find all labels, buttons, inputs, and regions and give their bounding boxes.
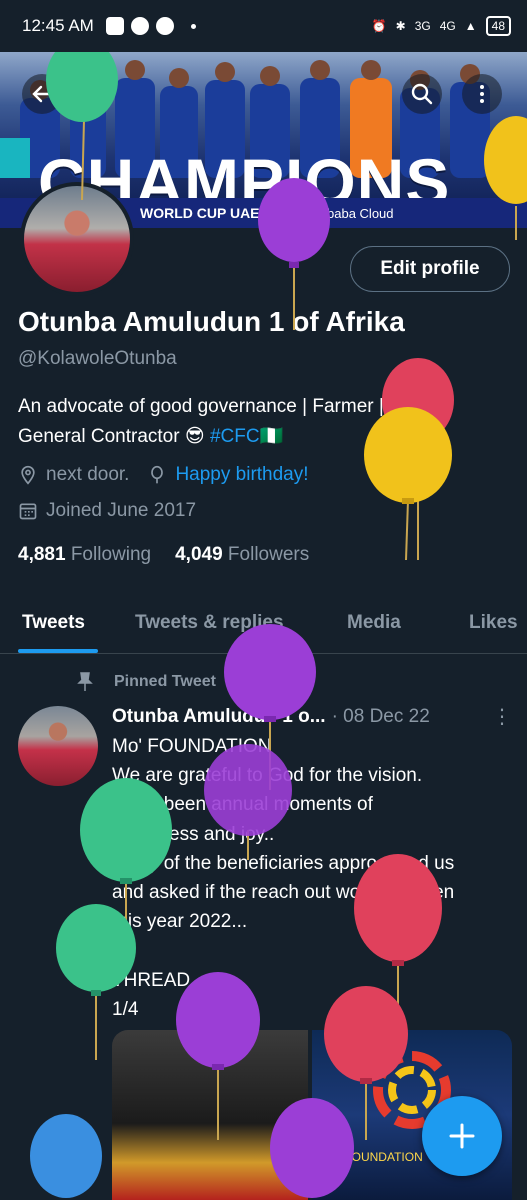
status-bar: 12:45 AM ⏰ ✱ 3G 4G ▲ 48 (0, 0, 527, 52)
banner-strip-text: WORLD CUP UAE 2021 (140, 205, 295, 221)
follow-stats: 4,881 Following 4,049 Followers (18, 544, 309, 566)
tweet-text: Mo' FOUNDATION We are grateful to God fo… (112, 736, 455, 1020)
birthday-link[interactable]: Happy birthday! (175, 464, 308, 486)
back-button[interactable] (22, 74, 62, 114)
bio-hashtag[interactable]: #CFC (210, 426, 260, 447)
network-3g-label: 3G (414, 19, 431, 33)
profile-tabs: Tweets Tweets & replies Media Likes (0, 596, 527, 654)
bio-line-2: General Contractor 😎 #CFC🇳🇬 (18, 422, 508, 452)
user-handle: @KolawoleOtunba (18, 348, 177, 369)
coin-icon (155, 17, 174, 35)
check-icon (130, 17, 149, 35)
media-caption: Mo' FOUNDATION (322, 1150, 423, 1164)
system-icons: ⏰ ✱ 3G 4G ▲ 48 (372, 16, 511, 36)
tweet-header: Otunba Amuludun 1 o... · 08 Dec 22 ⋮ (112, 704, 512, 729)
tab-likes[interactable]: Likes (469, 612, 518, 634)
youtube-icon (105, 17, 124, 35)
tab-tweets-replies[interactable]: Tweets & replies (135, 612, 284, 634)
profile-meta-row: next door. Happy birthday! (18, 464, 309, 486)
bio-flag: 🇳🇬 (259, 426, 284, 447)
pinned-label: Pinned Tweet (76, 672, 216, 692)
more-vertical-icon (480, 85, 484, 103)
tweet-media-1[interactable] (112, 1030, 308, 1200)
followers-count: 4,049 (175, 544, 223, 565)
joined-text: Joined June 2017 (46, 500, 197, 521)
tweet-author[interactable]: Otunba Amuludun 1 o... (112, 706, 326, 728)
followers-label: Followers (227, 544, 310, 565)
arrow-left-icon (32, 85, 52, 103)
tab-tweets[interactable]: Tweets (22, 612, 85, 634)
signal-icon: ▲ (464, 19, 477, 33)
banner-sponsor: Alibaba Cloud (312, 205, 394, 221)
bluetooth-icon: ✱ (395, 19, 406, 33)
alarm-icon: ⏰ (371, 19, 387, 33)
following-link[interactable]: 4,881 Following (18, 544, 151, 566)
balloon-red-1 (382, 358, 454, 560)
search-button[interactable] (402, 74, 442, 114)
edit-profile-button[interactable]: Edit profile (350, 246, 510, 292)
following-count: 4,881 (18, 544, 66, 565)
balloon-icon (151, 465, 164, 484)
profile-bio: An advocate of good governance | Farmer … (18, 392, 508, 452)
notification-icons (105, 17, 196, 35)
network-4g-label: 4G (439, 19, 456, 33)
joined-row: Joined June 2017 (18, 500, 196, 522)
battery-level: 48 (485, 16, 511, 36)
followers-link[interactable]: 4,049 Followers (175, 544, 309, 566)
calendar-icon (19, 503, 37, 520)
location-text: next door. (46, 464, 130, 485)
tab-media[interactable]: Media (347, 612, 401, 634)
location-pin-icon (21, 465, 35, 485)
balloon-blue-1 (30, 1114, 102, 1198)
active-tab-indicator (18, 649, 98, 653)
tweet-date[interactable]: · 08 Dec 22 (332, 706, 430, 728)
following-label: Following (70, 544, 152, 565)
bio-line-1: An advocate of good governance | Farmer … (18, 396, 384, 417)
tweet-more-icon[interactable]: ⋮ (492, 704, 512, 729)
plus-icon (449, 1123, 475, 1149)
more-notifications-dot (190, 23, 196, 29)
tweet-avatar[interactable] (18, 706, 98, 786)
compose-tweet-button[interactable] (422, 1096, 502, 1176)
profile-avatar[interactable] (20, 182, 134, 296)
bio-line-2-text: General Contractor 😎 (18, 426, 210, 447)
display-name: Otunba Amuludun 1 of Afrika (18, 306, 405, 337)
pin-icon (77, 672, 93, 691)
search-icon (411, 83, 433, 105)
more-button[interactable] (462, 74, 502, 114)
status-time: 12:45 AM (22, 16, 94, 35)
pinned-text: Pinned Tweet (114, 673, 216, 690)
